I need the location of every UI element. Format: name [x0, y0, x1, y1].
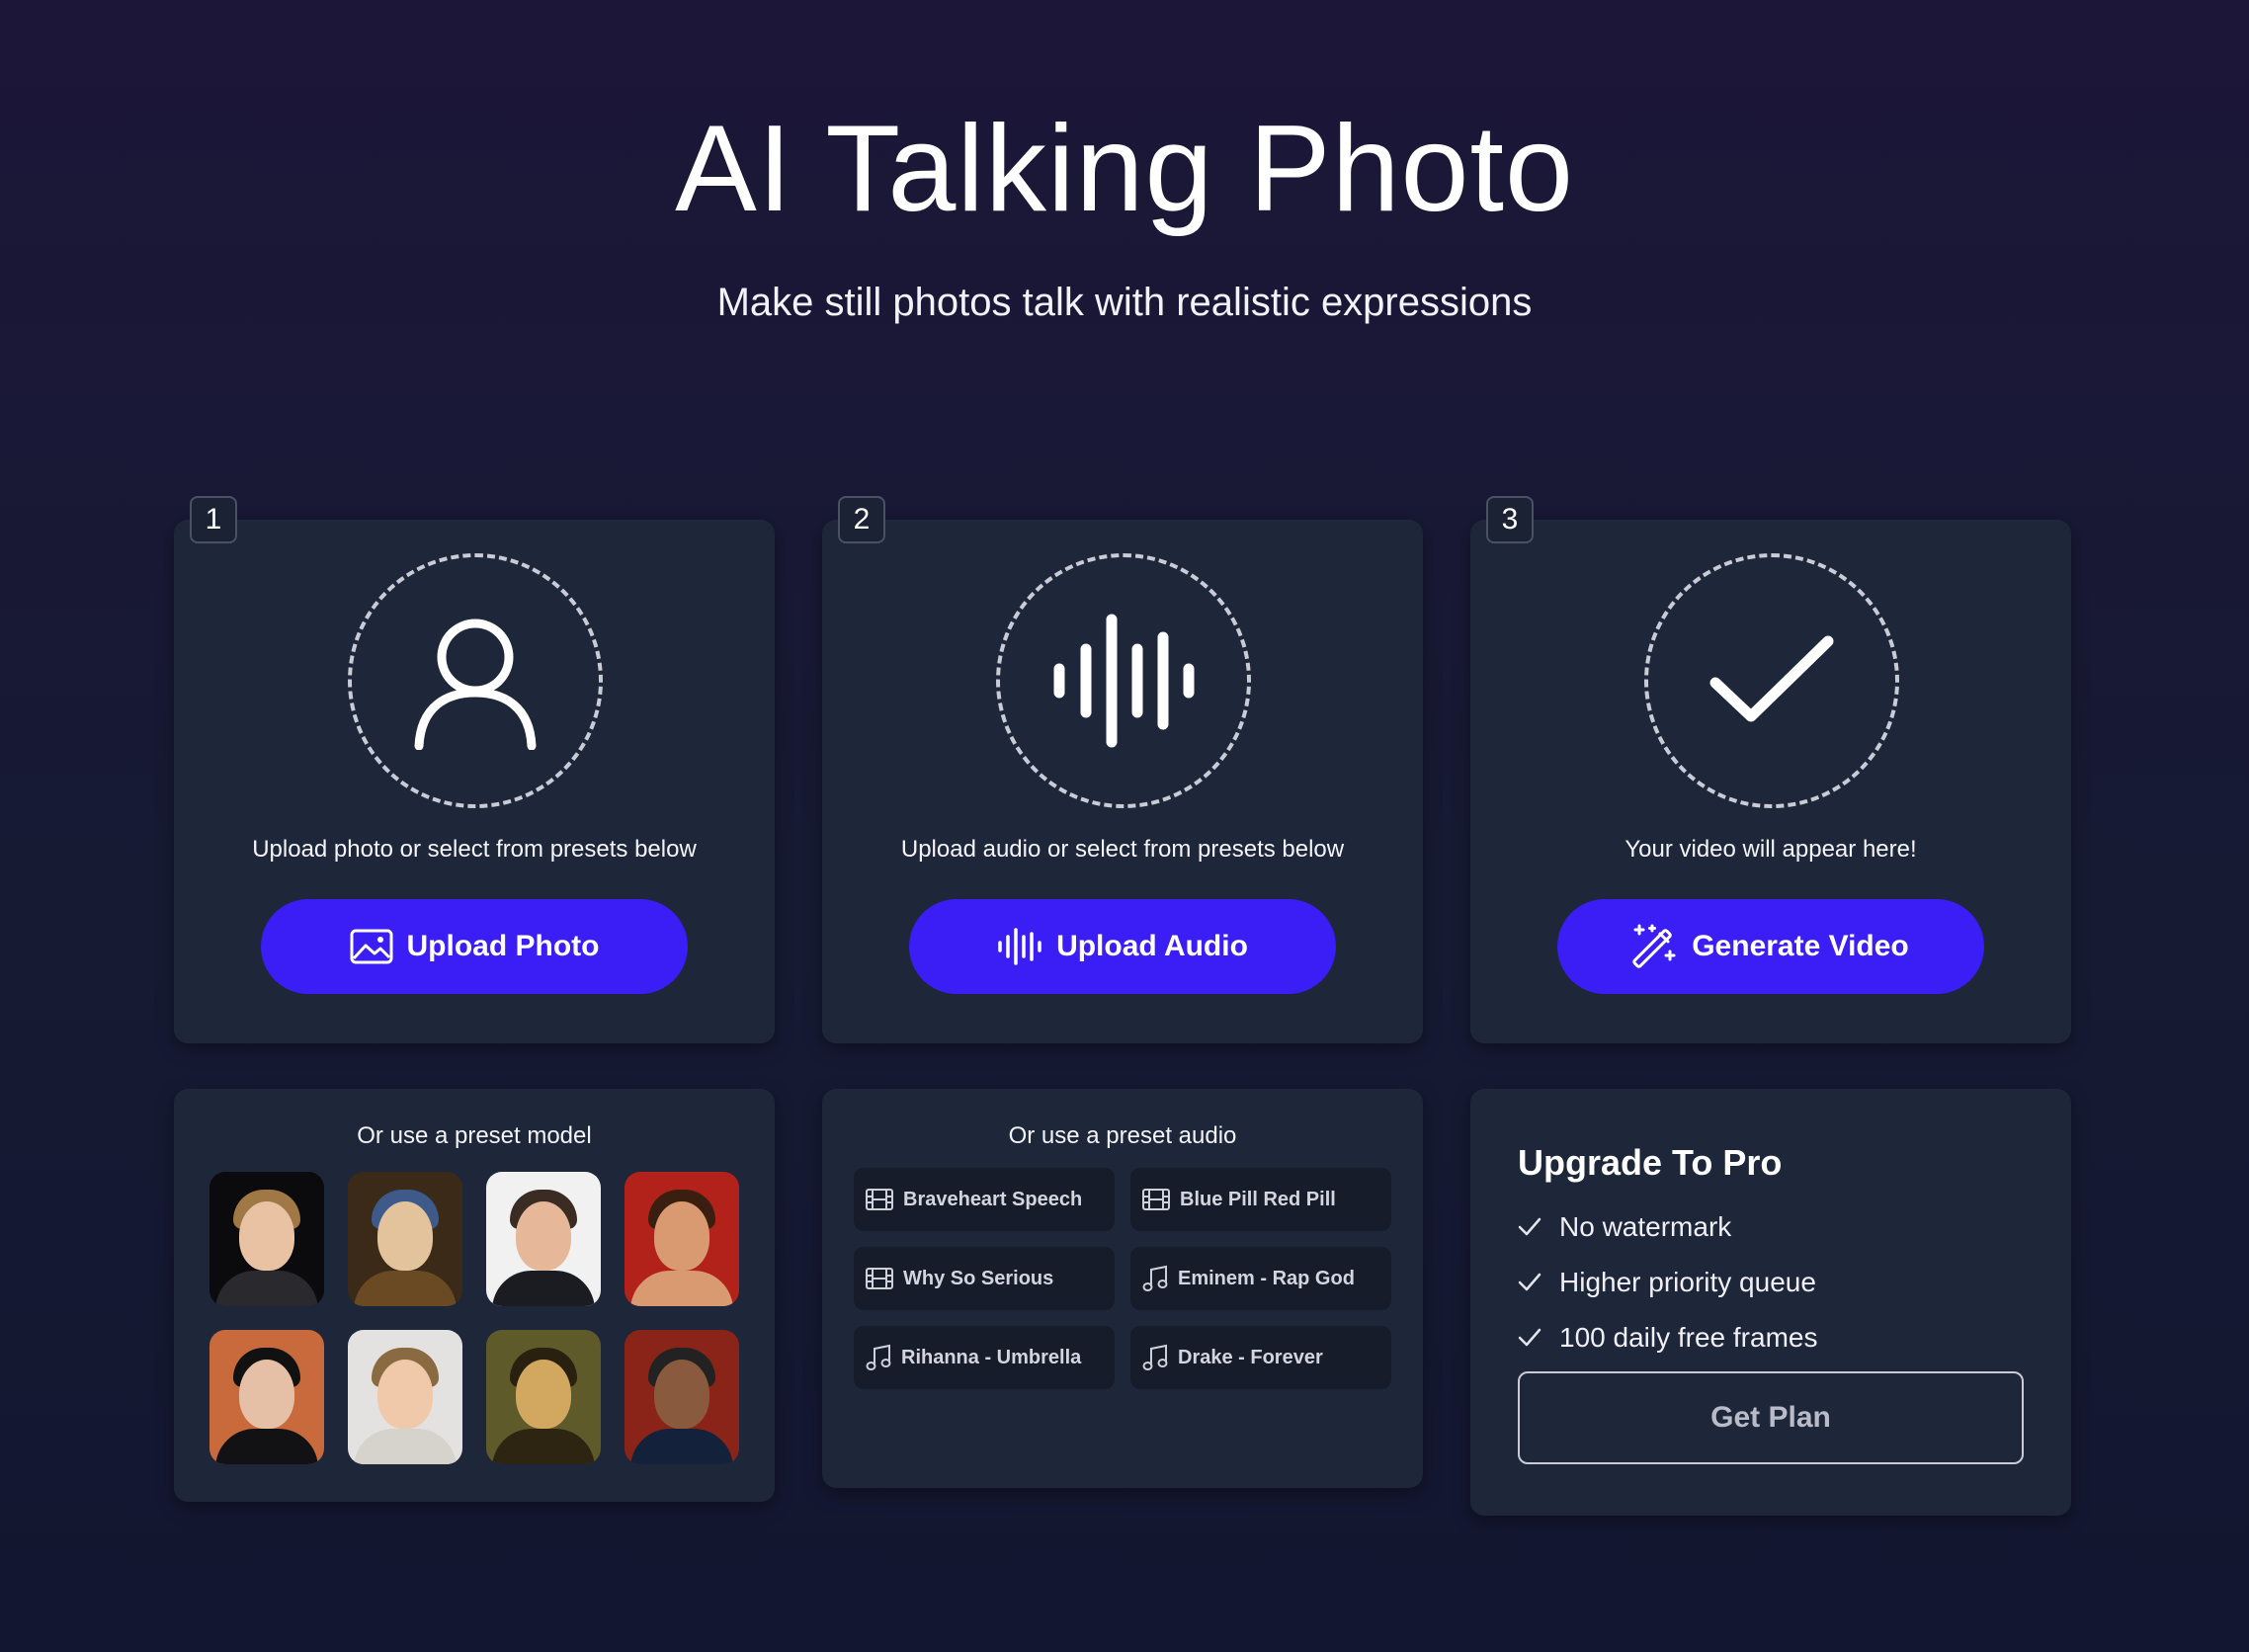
feature-item: 100 daily free frames [1518, 1322, 1817, 1354]
preset-models-title: Or use a preset model [357, 1122, 592, 1149]
step-instruction: Upload photo or select from presets belo… [252, 836, 697, 863]
feature-label: No watermark [1559, 1211, 1732, 1242]
step-card-upload-audio: 2 Upload audio or select from presets be… [822, 496, 1423, 1043]
audio-item-label: Blue Pill Red Pill [1180, 1188, 1336, 1210]
audio-item-label: Rihanna - Umbrella [901, 1346, 1082, 1368]
feature-label: 100 daily free frames [1559, 1322, 1818, 1353]
preset-audio-item[interactable]: Blue Pill Red Pill [1130, 1168, 1391, 1231]
preset-model-thumbnail[interactable] [625, 1330, 739, 1464]
preset-model-thumbnail[interactable] [348, 1330, 462, 1464]
preset-models-card: Or use a preset model [174, 1089, 775, 1502]
feature-item: Higher priority queue [1518, 1267, 1816, 1298]
feature-item: No watermark [1518, 1211, 1731, 1243]
upload-audio-label: Upload Audio [1056, 930, 1248, 962]
generate-video-button[interactable]: Generate Video [1557, 899, 1984, 994]
photo-dropzone[interactable] [348, 553, 603, 808]
checkmark-icon [1709, 635, 1834, 722]
check-icon [1518, 1328, 1541, 1347]
page-title: AI Talking Photo [675, 101, 1574, 237]
step-number-badge: 1 [190, 496, 237, 543]
check-icon [1518, 1273, 1541, 1291]
preset-audio-item[interactable]: Eminem - Rap God [1130, 1247, 1391, 1310]
step-instruction: Upload audio or select from presets belo… [900, 836, 1345, 863]
film-icon [866, 1268, 893, 1289]
audio-item-label: Eminem - Rap God [1178, 1267, 1355, 1289]
check-icon [1518, 1217, 1541, 1236]
user-icon [414, 619, 537, 750]
film-icon [866, 1189, 893, 1210]
preset-model-thumbnail[interactable] [348, 1172, 462, 1306]
music-note-icon [1142, 1265, 1168, 1291]
step-number-badge: 2 [838, 496, 885, 543]
step-number-badge: 3 [1486, 496, 1534, 543]
preset-audio-item[interactable]: Why So Serious [854, 1247, 1115, 1310]
preset-model-thumbnail[interactable] [486, 1330, 601, 1464]
preset-model-thumbnail[interactable] [625, 1172, 739, 1306]
preset-model-thumbnail[interactable] [209, 1330, 324, 1464]
step-instruction: Your video will appear here! [1624, 836, 1917, 863]
step-card-upload-photo: 1 Upload photo or select from presets be… [174, 496, 775, 1043]
preset-audio-item[interactable]: Rihanna - Umbrella [854, 1326, 1115, 1389]
upload-photo-label: Upload Photo [406, 930, 600, 962]
audio-item-label: Braveheart Speech [903, 1188, 1083, 1210]
get-plan-button[interactable]: Get Plan [1518, 1371, 2024, 1464]
audio-item-label: Drake - Forever [1178, 1346, 1323, 1368]
preset-model-thumbnail[interactable] [209, 1172, 324, 1306]
video-preview-area [1644, 553, 1899, 808]
audio-dropzone[interactable] [996, 553, 1251, 808]
preset-model-thumbnail[interactable] [486, 1172, 601, 1306]
waveform-icon [998, 928, 1041, 965]
music-note-icon [866, 1344, 891, 1370]
preset-audio-item[interactable]: Drake - Forever [1130, 1326, 1391, 1389]
audio-item-label: Why So Serious [903, 1267, 1054, 1289]
image-icon [350, 929, 392, 964]
feature-label: Higher priority queue [1559, 1267, 1816, 1297]
generate-video-label: Generate Video [1692, 930, 1909, 962]
upgrade-card: Upgrade To Pro No watermark Higher prior… [1470, 1089, 2071, 1516]
film-icon [1142, 1189, 1170, 1210]
preset-audio-title: Or use a preset audio [1008, 1122, 1237, 1149]
preset-audio-item[interactable]: Braveheart Speech [854, 1168, 1115, 1231]
music-note-icon [1142, 1344, 1168, 1370]
page-subtitle: Make still photos talk with realistic ex… [716, 281, 1533, 324]
preset-audio-card: Or use a preset audio Braveheart Speech … [822, 1089, 1423, 1488]
upgrade-title: Upgrade To Pro [1518, 1142, 1783, 1183]
waveform-icon [1053, 614, 1195, 748]
magic-wand-icon [1632, 924, 1676, 968]
step-card-generate-video: 3 Your video will appear here! Generate … [1470, 496, 2071, 1043]
upload-audio-button[interactable]: Upload Audio [909, 899, 1336, 994]
upload-photo-button[interactable]: Upload Photo [261, 899, 688, 994]
